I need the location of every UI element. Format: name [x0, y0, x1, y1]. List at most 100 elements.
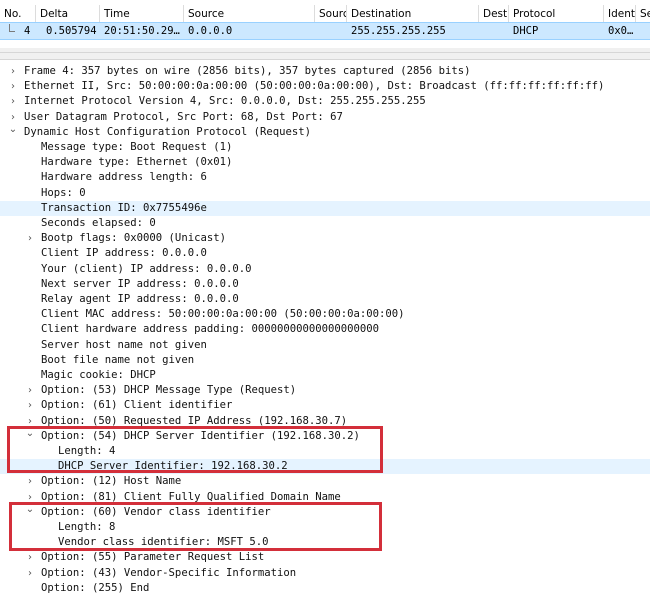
tree-row[interactable]: Hardware type: Ethernet (0x01) [0, 155, 650, 170]
tree-row[interactable]: › Ethernet II, Src: 50:00:00:0a:00:00 (50… [0, 79, 650, 94]
tree-row[interactable]: Message type: Boot Request (1) [0, 140, 650, 155]
packet-source: 0.0.0.0 [188, 25, 233, 37]
tree-row[interactable]: Next server IP address: 0.0.0.0 [0, 277, 650, 292]
column-header-destination[interactable]: Destination [347, 5, 479, 23]
chevron-right-icon[interactable]: › [25, 231, 35, 246]
tree-row[interactable]: Length: 8 [0, 520, 650, 535]
tree-row[interactable]: Relay agent IP address: 0.0.0.0 [0, 292, 650, 307]
tree-row[interactable]: › Option: (50) Requested IP Address (192.… [0, 414, 650, 429]
tree-row[interactable]: Client MAC address: 50:00:00:0a:00:00 (5… [0, 307, 650, 322]
chevron-right-icon[interactable]: › [25, 550, 35, 565]
pane-splitter[interactable] [0, 52, 650, 60]
tree-row-label: Ethernet II, Src: 50:00:00:0a:00:00 (50:… [24, 80, 605, 93]
packet-identification: 0x0… [608, 25, 634, 37]
tree-row[interactable]: Server host name not given [0, 338, 650, 353]
chevron-right-icon[interactable]: › [25, 398, 35, 413]
tree-row[interactable]: Vendor class identifier: MSFT 5.0 [0, 535, 650, 550]
packet-list: No. Delta Time Source Sourc Destination … [0, 0, 650, 52]
tree-row-label: Server host name not given [41, 338, 207, 351]
tree-row[interactable]: ⌄ Dynamic Host Configuration Protocol (Re… [0, 124, 650, 140]
tree-row-label: Relay agent IP address: 0.0.0.0 [41, 293, 239, 305]
column-header-delta[interactable]: Delta [36, 5, 100, 23]
tree-connector-icon [9, 24, 15, 32]
tree-row-label: Option: (12) Host Name [41, 475, 182, 488]
tree-row-label: DHCP Server Identifier: 192.168.30.2 [58, 460, 288, 473]
tree-row-label: Hardware address length: 6 [41, 171, 207, 184]
packet-protocol: DHCP [513, 25, 539, 37]
tree-row[interactable]: › Bootp flags: 0x0000 (Unicast) [0, 231, 650, 246]
tree-row[interactable]: › Internet Protocol Version 4, Src: 0.0.0… [0, 94, 650, 109]
tree-row[interactable]: DHCP Server Identifier: 192.168.30.2 [0, 459, 650, 475]
column-header-identification[interactable]: Identi [604, 5, 636, 23]
tree-row-label: Length: 4 [58, 445, 116, 457]
column-header-source[interactable]: Source [184, 5, 315, 23]
chevron-down-icon[interactable]: ⌄ [25, 504, 35, 520]
tree-row[interactable]: Seconds elapsed: 0 [0, 216, 650, 231]
packet-list-header: No. Delta Time Source Sourc Destination … [0, 5, 650, 23]
tree-row[interactable]: Option: (255) End [0, 581, 650, 596]
chevron-right-icon[interactable]: › [8, 110, 18, 125]
tree-row[interactable]: Client IP address: 0.0.0.0 [0, 246, 650, 261]
column-header-no[interactable]: No. [0, 5, 36, 23]
tree-row-label: Option: (61) Client identifier [41, 399, 233, 412]
tree-row-label: Dynamic Host Configuration Protocol (Req… [24, 125, 312, 138]
tree-row[interactable]: › Frame 4: 357 bytes on wire (2856 bits),… [0, 64, 650, 79]
chevron-right-icon[interactable]: › [25, 383, 35, 398]
tree-row-label: Vendor class identifier: MSFT 5.0 [58, 536, 269, 549]
tree-row-label: Option: (53) DHCP Message Type (Request) [41, 384, 297, 397]
tree-row[interactable]: Client hardware address padding: 0000000… [0, 322, 650, 337]
tree-row-label: Message type: Boot Request (1) [41, 141, 233, 153]
tree-row[interactable]: Hops: 0 [0, 186, 650, 201]
tree-row[interactable]: ⌄ Option: (60) Vendor class identifier [0, 504, 650, 520]
tree-row-label: Client hardware address padding: 0000000… [41, 323, 380, 336]
chevron-right-icon[interactable]: › [8, 79, 18, 94]
tree-row-label: Client IP address: 0.0.0.0 [41, 247, 207, 260]
column-header-source-port[interactable]: Sourc [315, 5, 347, 23]
tree-row-label: Seconds elapsed: 0 [41, 217, 156, 229]
tree-row[interactable]: ⌄ Option: (54) DHCP Server Identifier (19… [0, 428, 650, 444]
chevron-right-icon[interactable]: › [25, 490, 35, 505]
tree-row[interactable]: › Option: (53) DHCP Message Type (Request… [0, 383, 650, 398]
chevron-down-icon[interactable]: ⌄ [8, 124, 18, 140]
tree-row-label: Option: (55) Parameter Request List [41, 551, 265, 564]
tree-row-label: Boot file name not given [41, 353, 195, 366]
packet-details-tree: › Frame 4: 357 bytes on wire (2856 bits),… [0, 60, 650, 612]
chevron-right-icon[interactable]: › [8, 94, 18, 109]
packet-time: 20:51:50.29… [104, 25, 180, 37]
column-header-se[interactable]: Se [636, 5, 650, 23]
tree-row-label: Option: (255) End [41, 581, 150, 594]
column-header-time[interactable]: Time [100, 5, 184, 23]
tree-row[interactable]: Hardware address length: 6 [0, 170, 650, 185]
packet-row-selected[interactable]: 4 0.505794 20:51:50.29… 0.0.0.0 255.255.… [0, 22, 650, 40]
tree-row-label: Client MAC address: 50:00:00:0a:00:00 (5… [41, 308, 405, 321]
tree-row[interactable]: › Option: (55) Parameter Request List [0, 550, 650, 565]
tree-row[interactable]: › Option: (12) Host Name [0, 474, 650, 489]
tree-row[interactable]: Transaction ID: 0x7755496e [0, 200, 650, 216]
tree-row-label: Option: (81) Client Fully Qualified Doma… [41, 490, 341, 503]
tree-row[interactable]: › Option: (81) Client Fully Qualified Dom… [0, 490, 650, 505]
tree-row-label: Frame 4: 357 bytes on wire (2856 bits), … [24, 65, 471, 77]
chevron-right-icon[interactable]: › [8, 64, 18, 79]
chevron-down-icon[interactable]: ⌄ [25, 428, 35, 444]
tree-row-label: Your (client) IP address: 0.0.0.0 [41, 262, 252, 275]
tree-row-label: Hops: 0 [41, 186, 86, 199]
chevron-right-icon[interactable]: › [25, 414, 35, 429]
tree-row[interactable]: › Option: (43) Vendor-Specific Informatio… [0, 566, 650, 581]
tree-row-label: Next server IP address: 0.0.0.0 [41, 277, 239, 290]
tree-row-label: Length: 8 [58, 521, 116, 533]
tree-row[interactable]: › Option: (61) Client identifier [0, 398, 650, 413]
chevron-right-icon[interactable]: › [25, 566, 35, 581]
tree-row-label: Magic cookie: DHCP [41, 369, 156, 381]
column-header-destination-port[interactable]: Destir [479, 5, 509, 23]
tree-row-label: Option: (60) Vendor class identifier [41, 505, 271, 518]
column-header-protocol[interactable]: Protocol [509, 5, 604, 23]
tree-row[interactable]: › User Datagram Protocol, Src Port: 68, D… [0, 110, 650, 125]
tree-row[interactable]: Your (client) IP address: 0.0.0.0 [0, 262, 650, 277]
tree-row[interactable]: Length: 4 [0, 444, 650, 459]
chevron-right-icon[interactable]: › [25, 474, 35, 489]
tree-row-label: Hardware type: Ethernet (0x01) [41, 156, 233, 169]
tree-row-label: Option: (43) Vendor-Specific Information [41, 566, 297, 579]
tree-row[interactable]: Magic cookie: DHCP [0, 368, 650, 383]
tree-row[interactable]: Boot file name not given [0, 353, 650, 368]
tree-row-label: Bootp flags: 0x0000 (Unicast) [41, 232, 226, 245]
